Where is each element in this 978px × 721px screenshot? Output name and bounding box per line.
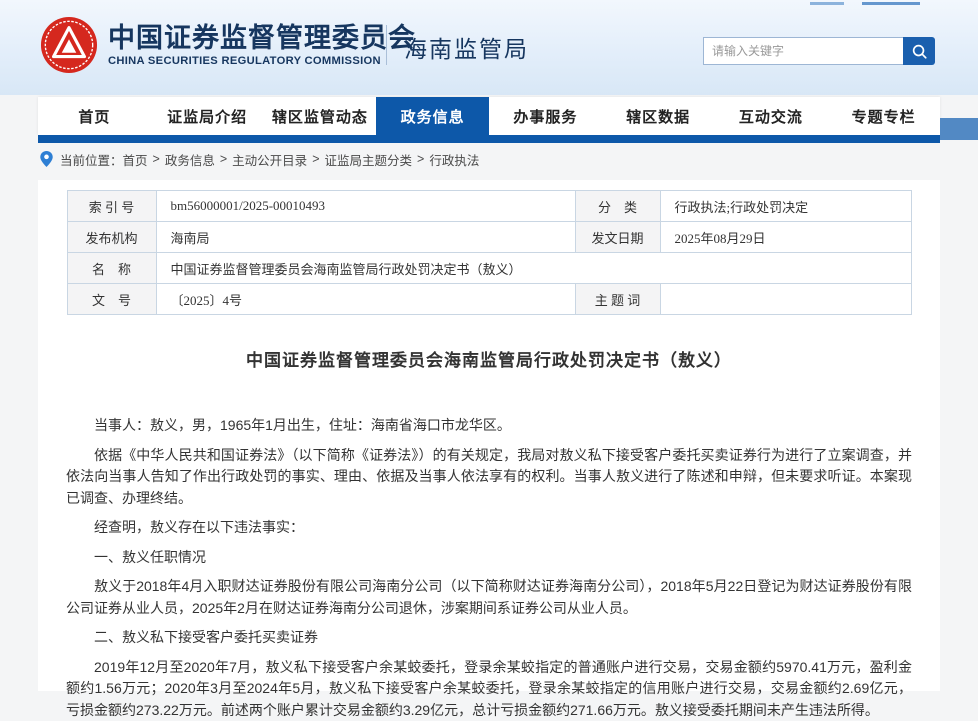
page-edge-decoration [940,118,978,140]
org-title-block: 中国证券监督管理委员会 CHINA SECURITIES REGULATORY … [108,23,416,67]
site-header: 中国证券监督管理委员会 CHINA SECURITIES REGULATORY … [0,0,978,95]
table-row: 名 称 中国证券监督管理委员会海南监管局行政处罚决定书（敖义） [67,253,911,284]
meta-label-issuer: 发布机构 [67,222,156,253]
location-pin-icon [40,151,53,167]
breadcrumb-open-directory[interactable]: 主动公开目录 [232,150,307,169]
search-icon [911,43,928,60]
breadcrumb-admin-enforcement[interactable]: 行政执法 [429,150,479,169]
nav-tab-home[interactable]: 首页 [38,97,151,135]
breadcrumb-separator: > [312,152,319,166]
meta-value-index-no: bm56000001/2025-00010493 [156,191,575,222]
org-name-en: CHINA SECURITIES REGULATORY COMMISSION [108,55,416,67]
nav-tab-region-data[interactable]: 辖区数据 [602,97,715,135]
breadcrumb-home[interactable]: 首页 [123,150,148,169]
topbar-link-fragment[interactable] [810,0,844,5]
breadcrumb-separator: > [220,152,227,166]
nav-underline-bar [38,135,940,143]
nav-tab-interaction[interactable]: 互动交流 [715,97,828,135]
meta-label-category: 分 类 [575,191,660,222]
csrc-logo-icon [40,16,98,74]
meta-label-title: 名 称 [67,253,156,284]
topbar-link-fragment[interactable] [862,0,920,5]
nav-tab-gov-info[interactable]: 政务信息 [376,97,489,135]
nav-tab-special-columns[interactable]: 专题专栏 [827,97,940,135]
breadcrumb-separator: > [417,152,424,166]
bureau-name: 海南监管局 [404,30,529,64]
search-box [703,37,935,65]
table-row: 索 引 号 bm56000001/2025-00010493 分 类 行政执法;… [67,191,911,222]
breadcrumb: 当前位置： 首页 > 政务信息 > 主动公开目录 > 证监局主题分类 > 行政执… [40,150,479,168]
meta-value-category: 行政执法;行政处罚决定 [660,191,911,222]
meta-value-doc-no: 〔2025〕4号 [156,284,575,315]
document-title: 中国证券监督管理委员会海南监管局行政处罚决定书（敖义） [38,346,940,371]
paragraph-section-two-heading: 二、敖义私下接受客户委托买卖证券 [66,627,912,649]
paragraph-violation-details: 2019年12月至2020年7月，敖义私下接受客户余某蛟委托，登录余某蛟指定的普… [66,657,912,721]
paragraph-parties: 当事人：敖义，男，1965年1月出生，住址：海南省海口市龙华区。 [66,415,912,437]
search-input[interactable] [703,37,903,65]
meta-label-issue-date: 发文日期 [575,222,660,253]
org-name-cn: 中国证券监督管理委员会 [108,23,416,53]
meta-label-keywords: 主 题 词 [575,284,660,315]
table-row: 发布机构 海南局 发文日期 2025年08月29日 [67,222,911,253]
paragraph-section-one-heading: 一、敖义任职情况 [66,547,912,569]
meta-label-index-no: 索 引 号 [67,191,156,222]
breadcrumb-prefix: 当前位置： [60,150,123,169]
meta-value-issuer: 海南局 [156,222,575,253]
breadcrumb-separator: > [153,152,160,166]
search-button[interactable] [903,37,935,65]
document-meta-table: 索 引 号 bm56000001/2025-00010493 分 类 行政执法;… [67,190,912,315]
paragraph-employment-history: 敖义于2018年4月入职财达证券股份有限公司海南分公司（以下简称财达证券海南分公… [66,576,912,619]
meta-value-keywords [660,284,911,315]
topbar-links [810,0,920,6]
meta-value-title: 中国证券监督管理委员会海南监管局行政处罚决定书（敖义） [156,253,911,284]
content-panel: 索 引 号 bm56000001/2025-00010493 分 类 行政执法;… [38,180,940,691]
breadcrumb-topic-category[interactable]: 证监局主题分类 [325,150,413,169]
nav-tab-region-supervision[interactable]: 辖区监管动态 [264,97,377,135]
meta-label-doc-no: 文 号 [67,284,156,315]
meta-value-issue-date: 2025年08月29日 [660,222,911,253]
main-nav: 首页 证监局介绍 辖区监管动态 政务信息 办事服务 辖区数据 互动交流 专题专栏 [38,97,940,135]
nav-tab-bureau-intro[interactable]: 证监局介绍 [151,97,264,135]
table-row: 文 号 〔2025〕4号 主 题 词 [67,284,911,315]
paragraph-legal-basis: 依据《中华人民共和国证券法》（以下简称《证券法》）的有关规定，我局对敖义私下接受… [66,445,912,510]
nav-tab-services[interactable]: 办事服务 [489,97,602,135]
document-body: 当事人：敖义，男，1965年1月出生，住址：海南省海口市龙华区。 依据《中华人民… [38,415,940,721]
breadcrumb-gov-info[interactable]: 政务信息 [165,150,215,169]
paragraph-findings-intro: 经查明，敖义存在以下违法事实： [66,517,912,539]
header-divider [386,25,387,65]
